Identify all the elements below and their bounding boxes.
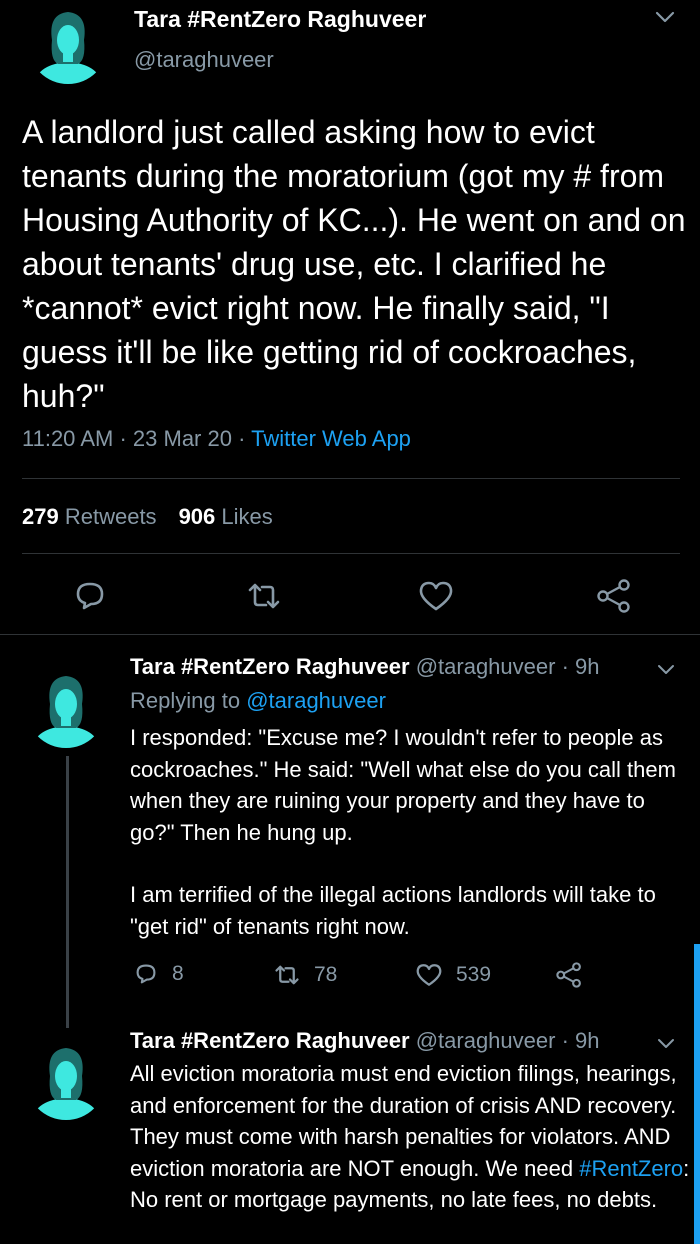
- share-icon: [597, 579, 630, 613]
- author-handle[interactable]: @taraghuveer: [416, 654, 556, 679]
- replying-to: Replying to @taraghuveer: [130, 688, 386, 714]
- thread-connector: [66, 756, 69, 1028]
- likes-label: Likes: [221, 504, 273, 529]
- tweet-meta: 11:20 AM · 23 Mar 20 · Twitter Web App: [22, 426, 411, 452]
- retweet-icon: [248, 583, 280, 609]
- author-name[interactable]: Tara #RentZero Raghuveer: [130, 654, 410, 679]
- like-button[interactable]: 539: [414, 960, 491, 990]
- like-icon: [419, 581, 453, 611]
- reply-header: Tara #RentZero Raghuveer @taraghuveer · …: [130, 1028, 600, 1054]
- reply-paragraph: I responded: "Excuse me? I wouldn't refe…: [130, 725, 676, 845]
- share-button[interactable]: [554, 960, 596, 990]
- author-handle[interactable]: @taraghuveer: [134, 47, 426, 73]
- divider: [0, 634, 700, 635]
- author-handle[interactable]: @taraghuveer: [416, 1028, 556, 1053]
- chevron-down-icon[interactable]: [654, 660, 678, 680]
- share-icon: [556, 962, 581, 988]
- reply-icon: [136, 964, 156, 984]
- retweet-button[interactable]: [244, 576, 284, 616]
- share-button[interactable]: [594, 576, 634, 616]
- retweets-stat[interactable]: 279 Retweets: [22, 504, 157, 529]
- like-icon: [416, 964, 442, 986]
- meta-separator: ·: [561, 654, 576, 679]
- reply-header: Tara #RentZero Raghuveer @taraghuveer · …: [130, 654, 600, 680]
- engagement-stats: 279 Retweets 906 Likes: [22, 504, 273, 530]
- retweet-icon: [275, 965, 299, 985]
- reply-text: I responded: "Excuse me? I wouldn't refe…: [130, 722, 690, 942]
- avatar[interactable]: [26, 1040, 106, 1120]
- retweets-count: 279: [22, 504, 59, 529]
- replying-label: Replying to: [130, 688, 241, 713]
- tweet-text: A landlord just called asking how to evi…: [22, 114, 695, 414]
- like-count: 539: [456, 963, 492, 986]
- meta-separator: ·: [119, 426, 133, 451]
- likes-stat[interactable]: 906 Likes: [179, 504, 273, 529]
- retweet-count: 78: [314, 963, 338, 986]
- tweet-time[interactable]: 11:20 AM: [22, 426, 113, 451]
- author-block: Tara #RentZero Raghuveer @taraghuveer: [134, 6, 426, 73]
- reply-icon: [76, 582, 104, 610]
- replying-handle[interactable]: @taraghuveer: [246, 688, 386, 713]
- retweet-button[interactable]: 78: [272, 960, 337, 990]
- author-name[interactable]: Tara #RentZero Raghuveer: [130, 1028, 410, 1053]
- reply-text: All eviction moratoria must end eviction…: [130, 1058, 690, 1216]
- hashtag-link[interactable]: #RentZero: [579, 1156, 683, 1181]
- scrollbar[interactable]: [694, 944, 700, 1244]
- meta-separator: ·: [561, 1028, 576, 1053]
- reply-paragraph: I am terrified of the illegal actions la…: [130, 882, 656, 939]
- avatar[interactable]: [28, 4, 108, 84]
- retweets-label: Retweets: [64, 504, 157, 529]
- reply-button[interactable]: 8: [132, 960, 184, 988]
- likes-count: 906: [178, 504, 216, 529]
- tweet-age[interactable]: 9h: [575, 1028, 599, 1053]
- divider: [22, 553, 680, 554]
- like-button[interactable]: [416, 576, 456, 616]
- reply-count: 8: [172, 962, 184, 985]
- meta-separator: ·: [238, 426, 252, 451]
- divider: [22, 478, 680, 479]
- reply-button[interactable]: [70, 576, 110, 616]
- tweet-source-link[interactable]: Twitter Web App: [251, 426, 411, 451]
- avatar[interactable]: [26, 668, 106, 748]
- chevron-down-icon[interactable]: [654, 1034, 678, 1054]
- tweet-date[interactable]: 23 Mar 20: [133, 426, 232, 451]
- author-name[interactable]: Tara #RentZero Raghuveer: [134, 6, 426, 33]
- tweet-thread-screen: Tara #RentZero Raghuveer @taraghuveer A …: [0, 0, 700, 1244]
- chevron-down-icon[interactable]: [652, 6, 678, 28]
- tweet-age[interactable]: 9h: [575, 654, 599, 679]
